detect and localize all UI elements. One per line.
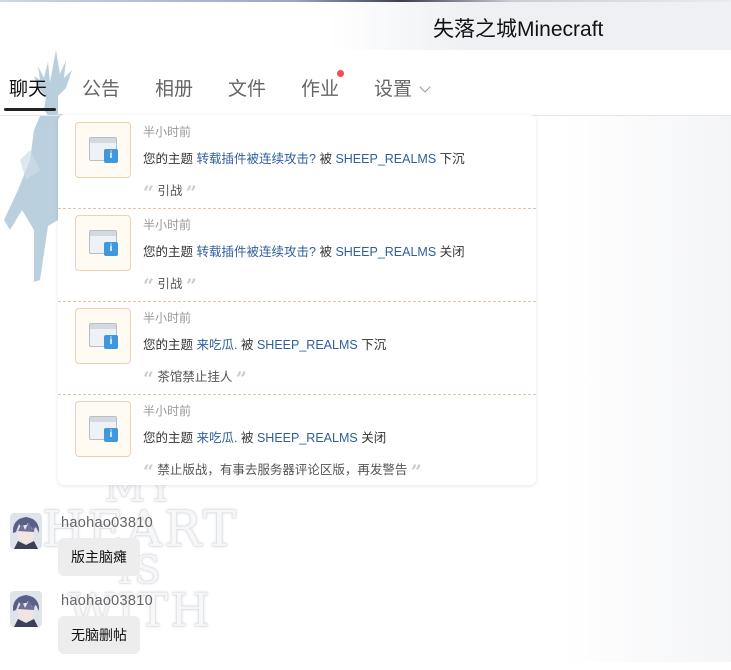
tab-announcements[interactable]: 公告 [82,74,120,101]
chat-message: haohao03810 版主脑瘫 [10,513,310,583]
notice-icon: i [75,215,131,271]
user-link[interactable]: SHEEP_REALMS [335,245,436,259]
reason-text: 引战 [157,184,183,198]
notice-prefix: 您的主题 [143,245,194,259]
tab-settings[interactable]: 设置 [374,74,431,101]
notification-dot-icon [337,70,344,77]
notice-item: i 半小时前 您的主题 转载插件被连续攻击? 被 SHEEP_REALMS 下沉… [58,115,536,209]
notice-action: 关闭 [361,431,387,445]
close-quote-icon: ” [410,461,422,483]
notice-time: 半小时前 [143,404,192,418]
message-bubble[interactable]: 无脑删帖 [58,616,140,654]
close-quote-icon: ” [185,182,197,204]
tab-album[interactable]: 相册 [155,74,193,101]
notice-text: 您的主题 来吃瓜. 被 SHEEP_REALMS 下沉 [143,334,386,353]
sender-name[interactable]: haohao03810 [61,593,153,609]
reason-text: 引战 [157,277,183,291]
close-quote-icon: ” [235,368,247,390]
notice-by: 被 [319,245,332,259]
notice-by: 被 [240,338,254,352]
notice-icon: i [75,401,131,457]
topic-link[interactable]: 来吃瓜. [197,431,238,445]
user-link[interactable]: SHEEP_REALMS [257,431,358,445]
tab-bar: 聊天 公告 相册 文件 作业 设置 [0,62,731,116]
tab-files[interactable]: 文件 [228,74,266,101]
notice-action: 关闭 [439,245,465,259]
notice-item: i 半小时前 您的主题 来吃瓜. 被 SHEEP_REALMS 关闭 “ 禁止版… [58,394,536,487]
notice-text: 您的主题 转载插件被连续攻击? 被 SHEEP_REALMS 关闭 [143,241,465,260]
notice-reason: “ 引战 ” [143,271,197,297]
reason-text: 禁止版战，有事去服务器评论区版，再发警告 [157,463,408,477]
right-fade-background [560,115,731,662]
notice-text: 您的主题 转载插件被连续攻击? 被 SHEEP_REALMS 下沉 [143,148,465,167]
group-title: 失落之城Minecraft [433,18,604,41]
open-quote-icon: “ [143,275,154,297]
notice-prefix: 您的主题 [143,338,194,352]
notice-prefix: 您的主题 [143,152,194,166]
notice-item: i 半小时前 您的主题 转载插件被连续攻击? 被 SHEEP_REALMS 关闭… [58,208,536,302]
notice-reason: “ 引战 ” [143,178,197,204]
notice-action: 下沉 [439,152,465,166]
notice-item: i 半小时前 您的主题 来吃瓜. 被 SHEEP_REALMS 下沉 “ 茶馆禁… [58,301,536,395]
open-quote-icon: “ [143,182,154,204]
notice-by: 被 [240,431,254,445]
notice-icon: i [75,122,131,178]
notice-by: 被 [319,152,332,166]
notice-icon: i [75,308,131,364]
notice-time: 半小时前 [143,311,192,325]
notice-action: 下沉 [361,338,387,352]
reason-text: 茶馆禁止挂人 [157,370,233,384]
topic-link[interactable]: 来吃瓜. [197,338,238,352]
tab-chat[interactable]: 聊天 [9,74,47,101]
notice-time: 半小时前 [143,218,192,232]
open-quote-icon: “ [143,461,154,483]
tab-homework[interactable]: 作业 [301,74,339,101]
open-quote-icon: “ [143,368,154,390]
notice-text: 您的主题 来吃瓜. 被 SHEEP_REALMS 关闭 [143,427,386,446]
notice-reason: “ 茶馆禁止挂人 ” [143,364,247,390]
topic-link[interactable]: 转载插件被连续攻击? [197,245,316,259]
user-link[interactable]: SHEEP_REALMS [257,338,358,352]
notice-time: 半小时前 [143,125,192,139]
active-tab-indicator [4,108,56,111]
message-bubble[interactable]: 版主脑瘫 [58,538,140,576]
user-link[interactable]: SHEEP_REALMS [335,152,436,166]
close-quote-icon: ” [185,275,197,297]
avatar[interactable] [10,513,42,549]
notice-reason: “ 禁止版战，有事去服务器评论区版，再发警告 ” [143,457,422,483]
chevron-down-icon [419,81,431,93]
tab-settings-label: 设置 [374,79,413,100]
notice-prefix: 您的主题 [143,431,194,445]
notification-card: i 半小时前 您的主题 转载插件被连续攻击? 被 SHEEP_REALMS 下沉… [58,115,536,485]
sender-name[interactable]: haohao03810 [61,515,153,531]
chat-message: haohao03810 无脑删帖 [10,591,310,661]
avatar[interactable] [10,591,42,627]
topic-link[interactable]: 转载插件被连续攻击? [197,152,316,166]
